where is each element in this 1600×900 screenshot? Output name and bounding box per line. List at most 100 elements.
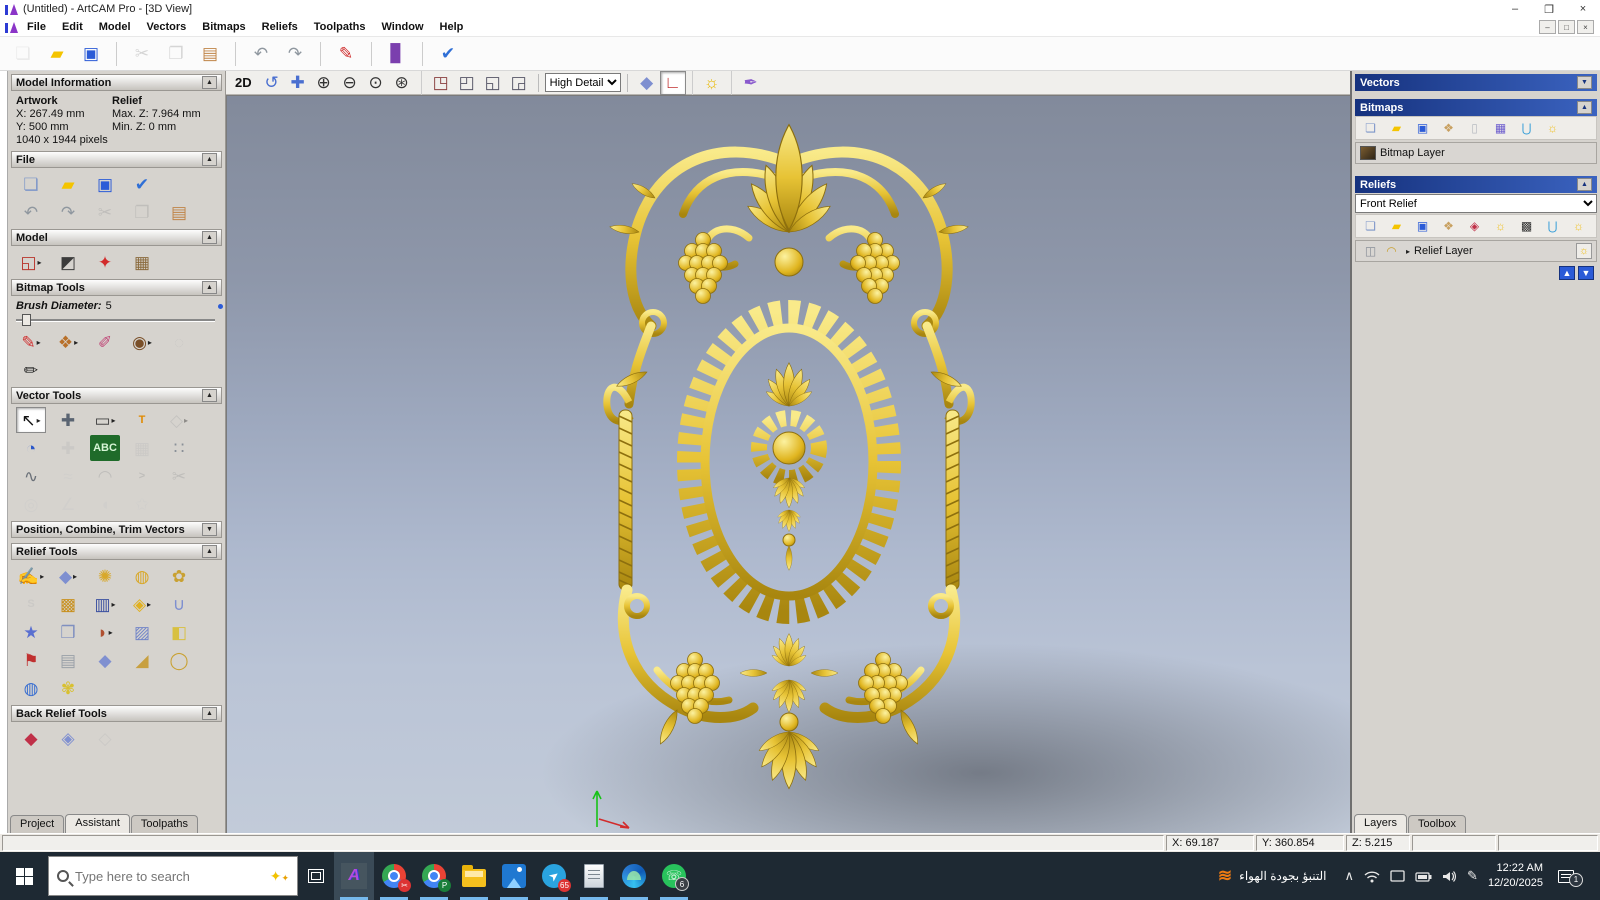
new-relief-layer-button[interactable]: ❏ <box>1360 217 1381 235</box>
toggle-reliefs-visibility-button[interactable]: ☼ <box>1568 217 1589 235</box>
envelope-distort-button-flyout[interactable]: ▸ <box>184 416 188 425</box>
save-model-button[interactable]: ▣ <box>76 41 106 67</box>
notes-button[interactable]: ✎ <box>331 41 361 67</box>
view-top-button[interactable]: ◳ <box>428 71 454 95</box>
slider-thumb[interactable] <box>22 314 31 326</box>
select-vectors-button[interactable]: ↖ ▸ <box>16 407 46 433</box>
two-rail-sweep-button[interactable]: ◈ ▸ <box>127 591 157 617</box>
bitmap-layer-tool-button[interactable]: ❖ <box>1438 119 1459 137</box>
collapse-button[interactable]: ▲ <box>202 389 217 402</box>
set-model-size-button-flyout[interactable]: ▸ <box>38 258 42 267</box>
taskbar-app-artcam[interactable]: A <box>334 852 374 900</box>
revolve-vector-button[interactable]: ◎ <box>16 491 46 517</box>
collapse-button[interactable]: ▲ <box>1577 101 1592 114</box>
text-block-button[interactable]: ABC <box>90 435 120 461</box>
load-reference-image-button[interactable]: ▦ <box>127 249 157 275</box>
cut-button[interactable]: ✂ <box>127 41 157 67</box>
palette-button[interactable]: ◉ ▸ <box>127 329 157 355</box>
open-relief-layer-button[interactable]: ▰ <box>1386 217 1407 235</box>
model-setup-button[interactable]: ✔ <box>433 41 463 67</box>
relief-clipart-button-flyout[interactable]: ▸ <box>112 600 116 609</box>
relief-layer-row[interactable]: ◫ ◠ ▸ Relief Layer ☼ <box>1355 240 1597 262</box>
adjust-model-lighting-button[interactable]: ◩ <box>53 249 83 275</box>
view-iso2-button[interactable]: ◱ <box>480 71 506 95</box>
taskbar-app-notepad[interactable] <box>574 852 614 900</box>
bitmap-layer-row[interactable]: Bitmap Layer <box>1355 142 1597 164</box>
open-model-button[interactable]: ▰ <box>42 41 72 67</box>
zoom-in-button[interactable]: ⊕ <box>311 71 337 95</box>
taskbar-clock[interactable]: 12:22 AM 12/20/2025 <box>1488 861 1543 891</box>
sculpt-smooth-button[interactable]: S <box>16 591 46 617</box>
paint-selective-button-flyout[interactable]: ▸ <box>74 338 78 347</box>
tab-layers[interactable]: Layers <box>1354 814 1408 833</box>
zoom-previous-button[interactable]: ⊙ <box>363 71 389 95</box>
menu-vectors[interactable]: Vectors <box>139 19 195 35</box>
snap-button[interactable]: ✚ <box>53 435 83 461</box>
set-light-button[interactable]: ✦ <box>90 249 120 275</box>
menu-help[interactable]: Help <box>432 19 472 35</box>
set-model-size-button[interactable]: ◱ ▸ <box>16 249 46 275</box>
stamp-relief-button[interactable]: ❒ <box>53 619 83 645</box>
star-wizard-button[interactable]: ★ <box>16 619 46 645</box>
search-input[interactable] <box>75 868 264 884</box>
merge-relief-layers-button[interactable]: ◈ <box>1464 217 1485 235</box>
cast-icon[interactable] <box>1390 869 1405 883</box>
expand-layer-icon[interactable]: ▸ <box>1406 247 1410 256</box>
relief-selector[interactable]: Front Relief <box>1355 194 1597 213</box>
relief-layer-visibility-icon[interactable]: ☼ <box>1576 243 1592 259</box>
back-relief-blank-button[interactable]: ◇ <box>90 725 120 751</box>
add-relief-layer-button[interactable]: ◠ <box>1381 242 1402 260</box>
3d-view-canvas[interactable] <box>226 95 1350 833</box>
turn-relief-button[interactable]: ⚑ <box>16 647 46 673</box>
taskbar-app-explorer[interactable] <box>454 852 494 900</box>
create-star-button[interactable]: ✩ <box>127 491 157 517</box>
delete-bitmap-layer-button[interactable]: ⋃ <box>1516 119 1537 137</box>
carve-relief-button[interactable]: ◗ ▸ <box>90 619 120 645</box>
carve-relief-button-flyout[interactable]: ▸ <box>109 628 113 637</box>
view-iso3-button[interactable]: ◲ <box>506 71 532 95</box>
create-rectangle-button-flyout[interactable]: ▸ <box>112 416 116 425</box>
select-vectors-button-flyout[interactable]: ▸ <box>37 416 41 425</box>
collapse-button[interactable]: ▲ <box>202 76 217 89</box>
transform-vectors-button[interactable]: ✚ <box>53 407 83 433</box>
create-arc-button[interactable]: ◠ <box>90 463 120 489</box>
file-model-setup-button[interactable]: ✔ <box>127 171 157 197</box>
smooth-relief-button[interactable]: ✿ <box>164 563 194 589</box>
unwrap-relief-button[interactable]: ∪ <box>164 591 194 617</box>
menu-toolpaths[interactable]: Toolpaths <box>306 19 374 35</box>
save-bitmap-layer-button[interactable]: ▣ <box>1412 119 1433 137</box>
file-save-button[interactable]: ▣ <box>90 171 120 197</box>
delete-relief-layer-button[interactable]: ⋃ <box>1542 217 1563 235</box>
start-button[interactable] <box>0 852 48 900</box>
file-open-button[interactable]: ▰ <box>53 171 83 197</box>
tab-toolbox[interactable]: Toolbox <box>1408 815 1466 833</box>
collapse-button[interactable]: ▲ <box>202 707 217 720</box>
toggle-relief-view-button[interactable]: ◆ <box>634 71 660 95</box>
new-model-button[interactable]: ❏ <box>8 41 38 67</box>
taskbar-app-telegram[interactable]: ➤ 65 <box>534 852 574 900</box>
colour-picker-button[interactable]: ✐ <box>90 329 120 355</box>
move-layer-up-button[interactable]: ▲ <box>1559 266 1575 280</box>
file-redo-button[interactable]: ↷ <box>53 199 83 225</box>
angled-plane-button[interactable]: ◢ <box>127 647 157 673</box>
pillow-relief-button[interactable]: ◆ <box>90 647 120 673</box>
reference-help-button[interactable]: ▊ <box>382 41 412 67</box>
tab-project[interactable]: Project <box>10 815 65 833</box>
column-relief-button[interactable]: ▤ <box>53 647 83 673</box>
cut-vector-button[interactable]: ✂ <box>164 463 194 489</box>
paste-button[interactable]: ▤ <box>195 41 225 67</box>
minimize-button[interactable]: – <box>1498 0 1532 18</box>
taskbar-app-photos[interactable] <box>494 852 534 900</box>
relief-visibility-button[interactable]: ☼ <box>1490 217 1511 235</box>
measure-button[interactable]: ◔ <box>16 435 46 461</box>
file-copy-button[interactable]: ❐ <box>127 199 157 225</box>
mdi-restore-button[interactable]: □ <box>1558 20 1575 34</box>
tab-assistant[interactable]: Assistant <box>65 814 130 833</box>
texture-relief-button[interactable]: ▨ <box>127 619 157 645</box>
zero-plane-button[interactable]: ◆ ▸ <box>53 563 83 589</box>
file-paste-button[interactable]: ▤ <box>164 199 194 225</box>
edit-bitmap-layer-button[interactable]: ▦ <box>1490 119 1511 137</box>
menu-reliefs[interactable]: Reliefs <box>254 19 306 35</box>
paint-button[interactable]: ✎ ▸ <box>16 329 46 355</box>
open-bitmap-layer-button[interactable]: ▰ <box>1386 119 1407 137</box>
